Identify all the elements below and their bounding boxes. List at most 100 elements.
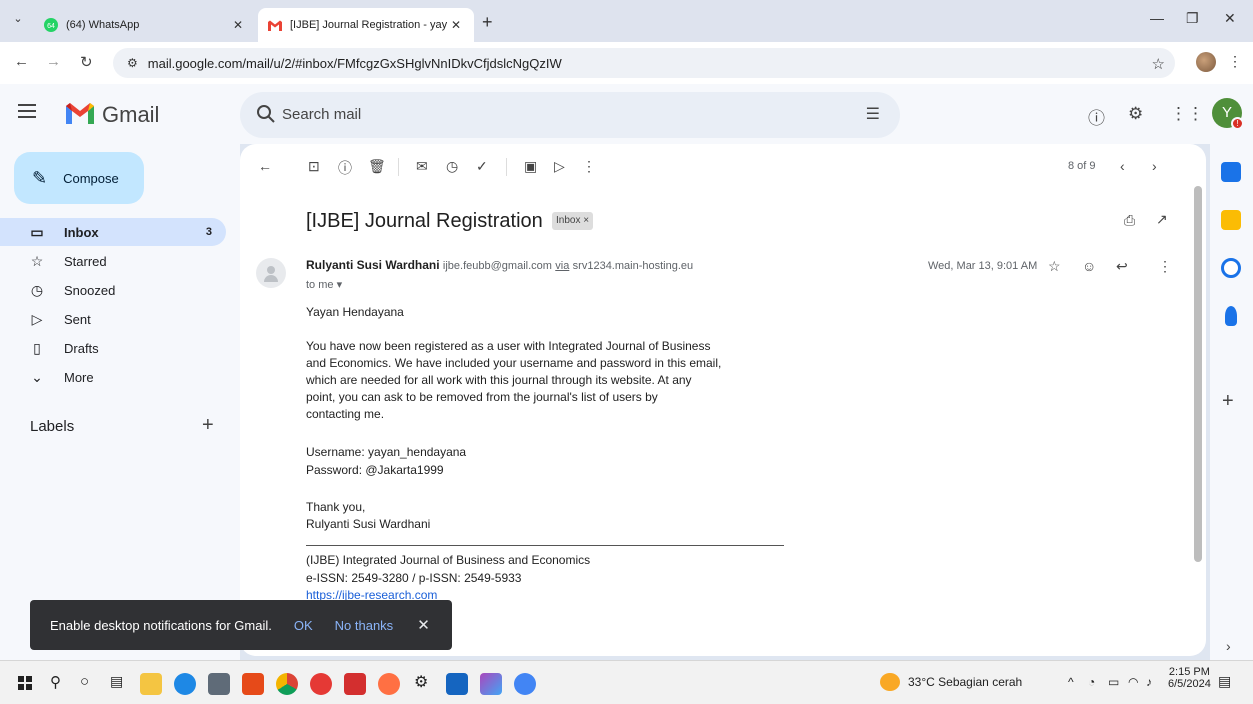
notification-center-icon[interactable]: ▤ [1218, 673, 1231, 690]
browser-toolbar: ← → ↻ ⚙ mail.google.com/mail/u/2/#inbox/… [0, 42, 1253, 84]
settings-gear-icon[interactable]: ⚙ [1128, 104, 1143, 124]
contacts-icon[interactable] [1225, 306, 1237, 326]
get-addons-icon[interactable]: + [1222, 390, 1234, 413]
sender-name[interactable]: Rulyanti Susi Wardhani [306, 258, 440, 272]
help-icon[interactable]: ⓘ [1088, 104, 1105, 129]
older-chevron-icon[interactable]: › [1152, 158, 1157, 174]
firefox-icon[interactable] [378, 673, 400, 695]
search-input[interactable]: Search mail [282, 106, 361, 123]
notification-snackbar: Enable desktop notifications for Gmail. … [30, 600, 452, 650]
nav-item-sent[interactable]: ▷ Sent [0, 305, 226, 333]
back-icon[interactable]: ← [14, 53, 29, 70]
chrome-icon[interactable] [276, 673, 298, 695]
snackbar-close-icon[interactable]: ✕ [417, 616, 430, 634]
keep-icon[interactable] [1221, 210, 1241, 230]
tab-gmail[interactable]: [IJBE] Journal Registration - yay ✕ [258, 8, 474, 42]
recipient-dropdown[interactable]: to me ▾ [306, 278, 342, 291]
label-icon[interactable]: ▷ [554, 158, 565, 175]
via-host: srv1234.main-hosting.eu [572, 260, 694, 272]
new-tab-icon[interactable]: + [482, 12, 493, 33]
tab-close-icon[interactable]: ✕ [448, 18, 464, 32]
calendar-icon[interactable] [1221, 162, 1241, 182]
address-bar[interactable]: ⚙ mail.google.com/mail/u/2/#inbox/FMfcgz… [113, 48, 1175, 78]
photos-icon[interactable] [480, 673, 502, 695]
camera-icon[interactable] [208, 673, 230, 695]
pagination-count: 8 of 9 [1068, 160, 1096, 172]
snackbar-ok-button[interactable]: OK [294, 618, 313, 633]
nav-item-starred[interactable]: ☆ Starred [0, 247, 226, 275]
restore-icon[interactable]: ❐ [1186, 10, 1199, 27]
edge-icon[interactable] [174, 673, 196, 695]
minimize-icon[interactable]: — [1150, 10, 1164, 26]
nav-label: Drafts [64, 340, 99, 356]
open-new-window-icon[interactable]: ↗ [1156, 211, 1168, 228]
site-settings-icon[interactable]: ⚙ [127, 56, 138, 70]
chrome-profile-icon[interactable] [514, 673, 536, 695]
message-more-icon[interactable]: ⋮ [1158, 258, 1172, 275]
pdf-reader-icon[interactable] [344, 673, 366, 695]
star-icon[interactable]: ☆ [1048, 258, 1061, 275]
tab-search-icon[interactable]: ⌄ [8, 9, 28, 29]
weather-text[interactable]: 33°C Sebagian cerah [908, 675, 1022, 689]
volume-icon[interactable]: ♪ [1146, 675, 1152, 689]
main-menu-icon[interactable] [18, 104, 36, 118]
taskbar-search-icon[interactable]: ⚲ [50, 673, 61, 691]
newer-chevron-icon[interactable]: ‹ [1120, 158, 1125, 174]
search-bar[interactable]: Search mail ☰ [240, 92, 900, 138]
add-label-icon[interactable]: + [202, 414, 214, 437]
reload-icon[interactable]: ↻ [80, 53, 93, 71]
nav-item-drafts[interactable]: ▯ Drafts [0, 334, 226, 362]
snackbar-no-thanks-button[interactable]: No thanks [335, 618, 394, 633]
print-icon[interactable]: ⎙ [1124, 212, 1135, 229]
tasks-icon[interactable] [1221, 258, 1241, 278]
gmail-logo-icon[interactable] [66, 102, 94, 124]
file-explorer-icon[interactable] [140, 673, 162, 695]
cortana-icon[interactable]: ○ [80, 673, 89, 690]
report-spam-icon[interactable]: ⓘ [338, 158, 352, 178]
wifi-icon[interactable]: ◠ [1128, 675, 1138, 689]
windows-start-icon[interactable] [18, 676, 32, 690]
search-icon[interactable] [256, 104, 276, 124]
network-icon[interactable]: ◔ [1088, 675, 1095, 689]
tray-chevron-icon[interactable]: ^ [1068, 675, 1074, 689]
tab-close-icon[interactable]: ✕ [230, 18, 246, 32]
browser-menu-icon[interactable]: ⋮ [1228, 53, 1242, 70]
delete-icon[interactable]: 🗑 [368, 158, 386, 175]
window-close-icon[interactable]: ✕ [1224, 10, 1236, 27]
via-label[interactable]: via [555, 260, 569, 272]
reply-icon[interactable]: ↩ [1116, 258, 1128, 275]
tab-whatsapp[interactable]: 64 (64) WhatsApp ✕ [34, 8, 256, 42]
nav-item-more[interactable]: ⌄ More [0, 363, 226, 391]
apps-grid-icon[interactable]: ⋮⋮ [1170, 104, 1204, 124]
back-to-inbox-icon[interactable]: ← [258, 158, 272, 174]
emoji-react-icon[interactable]: ☺ [1082, 258, 1096, 274]
sender-avatar[interactable] [256, 258, 286, 288]
compose-button[interactable]: ✎ Compose [14, 152, 144, 204]
nav-item-snoozed[interactable]: ◷ Snoozed [0, 276, 226, 304]
clock[interactable]: 2:15 PM 6/5/2024 [1168, 666, 1211, 690]
more-actions-icon[interactable]: ⋮ [582, 158, 596, 175]
forward-icon[interactable]: → [46, 53, 61, 70]
bookmark-star-icon[interactable]: ☆ [1152, 55, 1165, 73]
word-icon[interactable] [446, 673, 468, 695]
account-avatar[interactable]: Y ! [1212, 98, 1244, 130]
label-chip[interactable]: Inbox × [552, 212, 594, 230]
office-icon[interactable] [242, 673, 264, 695]
nav-item-inbox[interactable]: ▭ Inbox 3 [0, 218, 226, 246]
move-to-icon[interactable]: ▣ [524, 158, 537, 175]
mark-unread-icon[interactable]: ✉ [416, 158, 428, 175]
add-task-icon[interactable]: ✓ [476, 158, 488, 175]
gmail-icon [268, 18, 282, 32]
remove-label-icon[interactable]: × [583, 215, 589, 226]
search-options-icon[interactable]: ☰ [866, 104, 880, 124]
settings-gear-icon[interactable]: ⚙ [414, 672, 428, 692]
snooze-icon[interactable]: ◷ [446, 158, 458, 175]
scrollbar[interactable] [1194, 186, 1202, 562]
battery-icon[interactable]: ▭ [1108, 675, 1119, 689]
wps-icon[interactable] [310, 673, 332, 695]
task-view-icon[interactable]: ▤ [110, 673, 123, 690]
browser-profile-avatar[interactable] [1196, 52, 1216, 72]
archive-icon[interactable]: ⊡ [308, 158, 320, 175]
show-side-panel-icon[interactable]: › [1226, 638, 1231, 654]
nav-label: Snoozed [64, 282, 116, 298]
